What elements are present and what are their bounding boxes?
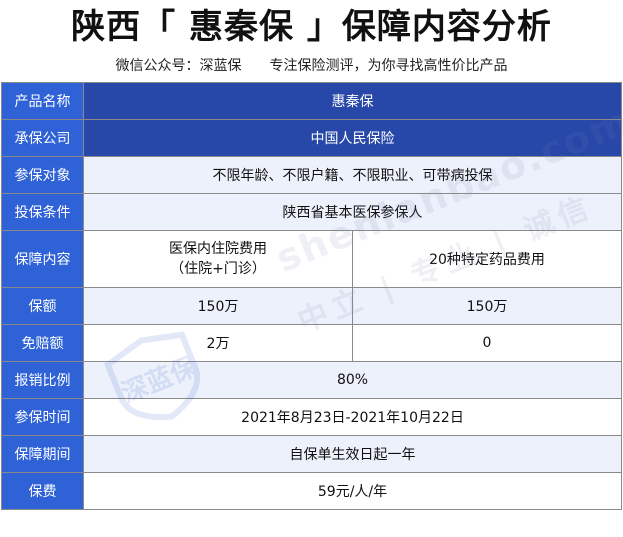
table-row: 免赔额 2万 0 (1, 324, 622, 362)
table-row: 保障内容 医保内住院费用 （住院+门诊） 20种特定药品费用 (1, 230, 622, 288)
row-label: 承保公司 (1, 119, 84, 157)
row-label: 投保条件 (1, 193, 84, 231)
table-row: 参保对象 不限年龄、不限户籍、不限职业、可带病投保 (1, 156, 622, 194)
conditions-value: 陕西省基本医保参保人 (83, 193, 622, 231)
wechat-account: 微信公众号：深蓝保 (115, 58, 242, 74)
table-row: 保障期间 自保单生效日起一年 (1, 435, 622, 473)
row-label: 产品名称 (1, 82, 84, 120)
coverage-drugs: 20种特定药品费用 (352, 230, 622, 288)
coverage-inpatient-line1: 医保内住院费用 (169, 241, 267, 257)
row-label: 参保时间 (1, 398, 84, 436)
insurer-value: 中国人民保险 (83, 119, 622, 157)
row-label: 保障期间 (1, 435, 84, 473)
reimbursement-value: 80% (83, 361, 622, 399)
table-row: 参保时间 2021年8月23日-2021年10月22日 (1, 398, 622, 436)
row-label: 保费 (1, 472, 84, 510)
row-label: 免赔额 (1, 324, 84, 362)
coverage-table: 产品名称 惠秦保 承保公司 中国人民保险 参保对象 不限年龄、不限户籍、不限职业… (1, 82, 622, 510)
row-label: 报销比例 (1, 361, 84, 399)
table-row: 保费 59元/人/年 (1, 472, 622, 510)
table-row: 投保条件 陕西省基本医保参保人 (1, 193, 622, 231)
page-title: 陕西「 惠秦保 」保障内容分析 (71, 7, 552, 47)
sum-insured-inpatient: 150万 (83, 287, 353, 325)
slogan: 专注保险测评，为你寻找高性价比产品 (269, 58, 508, 74)
eligible-value: 不限年龄、不限户籍、不限职业、可带病投保 (83, 156, 622, 194)
sum-insured-drugs: 150万 (352, 287, 622, 325)
deductible-inpatient: 2万 (83, 324, 353, 362)
table-row: 保额 150万 150万 (1, 287, 622, 325)
table-row: 产品名称 惠秦保 (1, 82, 622, 120)
row-label: 参保对象 (1, 156, 84, 194)
row-label: 保额 (1, 287, 84, 325)
table-row: 承保公司 中国人民保险 (1, 119, 622, 157)
coverage-inpatient-line2: （住院+门诊） (170, 261, 266, 277)
subtitle: 微信公众号：深蓝保 专注保险测评，为你寻找高性价比产品 (0, 55, 623, 77)
enroll-period-value: 2021年8月23日-2021年10月22日 (83, 398, 622, 436)
row-label: 保障内容 (1, 230, 84, 288)
premium-value: 59元/人/年 (83, 472, 622, 510)
table-row: 报销比例 80% (1, 361, 622, 399)
product-name-value: 惠秦保 (83, 82, 622, 120)
deductible-drugs: 0 (352, 324, 622, 362)
coverage-period-value: 自保单生效日起一年 (83, 435, 622, 473)
coverage-inpatient: 医保内住院费用 （住院+门诊） (83, 230, 353, 288)
